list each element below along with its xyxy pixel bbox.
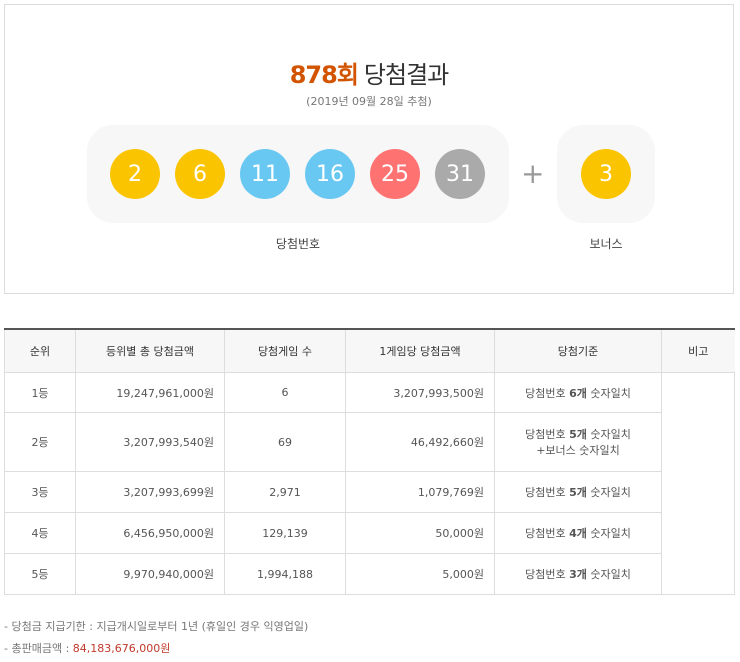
winning-ball: 6 <box>175 149 225 199</box>
table-row: 4등 6,456,950,000원 129,139 50,000원 당첨번호 4… <box>4 512 735 554</box>
bonus-label: 보너스 <box>589 237 623 251</box>
col-rank: 순위 <box>4 328 76 373</box>
criteria-count: 6개 <box>569 386 587 400</box>
winning-ball: 25 <box>370 149 420 199</box>
title-text: 당첨결과 <box>363 61 449 89</box>
winner-count-cell: 1,994,188 <box>224 553 346 595</box>
total-prize-cell: 3,207,993,699원 <box>75 471 225 513</box>
result-panel: 878회 당첨결과 (2019년 09월 28일 추첨) 2 6 11 16 25… <box>4 4 734 294</box>
criteria-text: 당첨번호 <box>525 486 570 499</box>
winner-count-cell: 6 <box>224 372 346 413</box>
total-prize-cell: 9,970,940,000원 <box>75 553 225 595</box>
criteria-cell: 당첨번호 5개 숫자일치 <box>494 471 662 513</box>
criteria-cell: 당첨번호 5개 숫자일치 +보너스 숫자일치 <box>494 412 662 472</box>
rank-cell: 4등 <box>4 512 76 554</box>
winning-ball: 31 <box>435 149 485 199</box>
prize-table: 순위 등위별 총 당첨금액 당첨게임 수 1게임당 당첨금액 당첨기준 비고 1… <box>4 328 735 595</box>
table-header-row: 순위 등위별 총 당첨금액 당첨게임 수 1게임당 당첨금액 당첨기준 비고 <box>4 328 735 373</box>
criteria-text: 숫자일치 <box>586 428 631 441</box>
round-number: 878회 <box>289 61 359 89</box>
table-row: 5등 9,970,940,000원 1,994,188 5,000원 당첨번호 … <box>4 553 735 595</box>
criteria-bonus-text: +보너스 숫자일치 <box>536 444 620 457</box>
prize-per-game-cell: 5,000원 <box>345 553 495 595</box>
prize-per-game-cell: 3,207,993,500원 <box>345 372 495 413</box>
prize-per-game-cell: 1,079,769원 <box>345 471 495 513</box>
criteria-text: 숫자일치 <box>586 568 631 581</box>
criteria-count: 3개 <box>569 568 587 581</box>
criteria-count: 5개 <box>569 486 587 499</box>
winning-ball: 11 <box>240 149 290 199</box>
rank-cell: 5등 <box>4 553 76 595</box>
payout-deadline-note: - 당첨금 지급기한 : 지급개시일로부터 1년 (휴일인 경우 익영업일) <box>4 620 309 633</box>
draw-date: (2019년 09월 28일 추첨) <box>306 95 432 108</box>
total-sales-label: 총판매금액 : <box>11 642 73 655</box>
total-prize-cell: 3,207,993,540원 <box>75 412 225 472</box>
criteria-text: 숫자일치 <box>586 486 631 499</box>
winning-numbers-box: 2 6 11 16 25 31 <box>87 125 509 223</box>
winner-count-cell: 69 <box>224 412 346 472</box>
criteria-text: 숫자일치 <box>586 527 631 540</box>
col-prize-per-game: 1게임당 당첨금액 <box>345 328 495 373</box>
rank-cell: 3등 <box>4 471 76 513</box>
plus-icon: + <box>521 157 545 190</box>
criteria-text: 당첨번호 <box>525 386 570 400</box>
criteria-count: 4개 <box>569 527 587 540</box>
criteria-text: 당첨번호 <box>525 527 570 540</box>
rank-cell: 1등 <box>4 372 76 413</box>
criteria-cell: 당첨번호 4개 숫자일치 <box>494 512 662 554</box>
col-winner-count: 당첨게임 수 <box>224 328 346 373</box>
col-criteria: 당첨기준 <box>494 328 662 373</box>
total-prize-cell: 19,247,961,000원 <box>75 372 225 413</box>
col-total-prize: 등위별 총 당첨금액 <box>75 328 225 373</box>
criteria-cell: 당첨번호 3개 숫자일치 <box>494 553 662 595</box>
criteria-text: 당첨번호 <box>525 428 570 441</box>
col-note: 비고 <box>661 328 735 373</box>
table-row: 3등 3,207,993,699원 2,971 1,079,769원 당첨번호 … <box>4 471 735 513</box>
page-title: 878회 당첨결과 <box>5 55 733 90</box>
criteria-cell: 당첨번호 6개 숫자일치 <box>494 372 662 413</box>
table-row: 2등 3,207,993,540원 69 46,492,660원 당첨번호 5개… <box>4 412 735 472</box>
winner-count-cell: 129,139 <box>224 512 346 554</box>
total-sales-value: 84,183,676,000원 <box>72 642 171 655</box>
table-row: 1등 19,247,961,000원 6 3,207,993,500원 당첨번호… <box>4 372 735 595</box>
total-sales-note: - 총판매금액 : 84,183,676,000원 <box>4 642 171 655</box>
bonus-number-box: 3 <box>557 125 655 223</box>
winning-numbers-label: 당첨번호 <box>275 237 321 251</box>
rank-cell: 2등 <box>4 412 76 472</box>
bonus-ball: 3 <box>581 149 631 199</box>
criteria-text: 당첨번호 <box>525 568 570 581</box>
winner-count-cell: 2,971 <box>224 471 346 513</box>
winning-ball: 16 <box>305 149 355 199</box>
winning-ball: 2 <box>110 149 160 199</box>
payout-deadline-text: 당첨금 지급기한 : 지급개시일로부터 1년 (휴일인 경우 익영업일) <box>11 620 309 633</box>
criteria-text: 숫자일치 <box>586 386 631 400</box>
prize-per-game-cell: 46,492,660원 <box>345 412 495 472</box>
note-cell <box>661 372 735 595</box>
prize-per-game-cell: 50,000원 <box>345 512 495 554</box>
criteria-count: 5개 <box>569 428 587 441</box>
total-prize-cell: 6,456,950,000원 <box>75 512 225 554</box>
